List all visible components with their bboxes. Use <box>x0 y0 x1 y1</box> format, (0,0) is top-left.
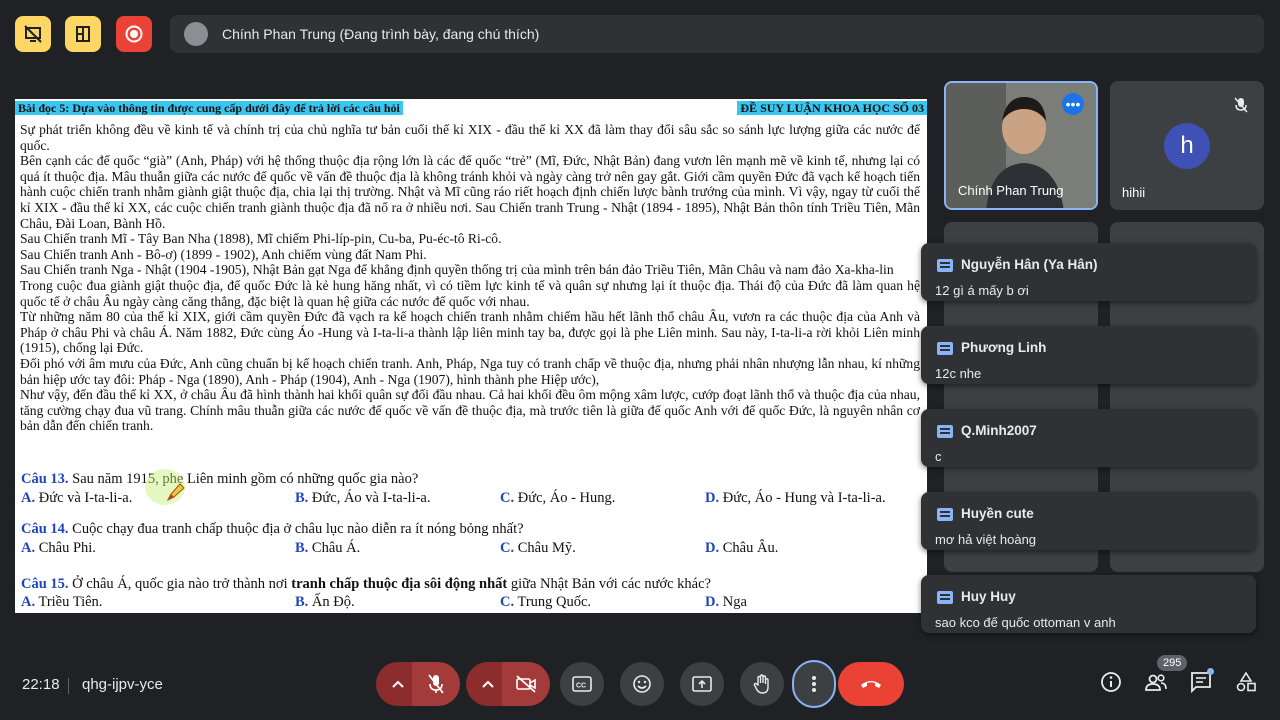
chat-message: mơ hả việt hoàng <box>935 532 1037 547</box>
present-to-all-icon <box>692 676 712 692</box>
chat-icon <box>937 259 953 272</box>
passage-paragraph: Sau Chiến tranh Nga - Nhật (1904 -1905),… <box>20 262 894 278</box>
presentation-off-icon <box>24 25 42 43</box>
chat-message: 12c nhe <box>935 366 982 381</box>
more-options-button[interactable]: ••• <box>1062 93 1084 115</box>
presenter-label: Chính Phan Trung (Đang trình bày, đang c… <box>222 26 540 42</box>
chat-icon <box>937 342 953 355</box>
passage-paragraph: Bên cạnh các đế quốc “già” (Anh, Pháp) v… <box>20 153 920 231</box>
passage-paragraph: Như vậy, đến đầu thế kỉ XX, ở châu Âu đã… <box>20 387 920 434</box>
pen-cursor-icon <box>166 483 185 502</box>
meeting-code: qhg-ijpv-yce <box>82 676 163 693</box>
present-now-button[interactable] <box>680 662 724 706</box>
q15-option-d: D. Nga <box>705 594 747 610</box>
hide-presenter-button[interactable] <box>15 16 51 52</box>
participant-tile-presenter[interactable]: ••• Chính Phan Trung <box>944 81 1098 210</box>
question-13: Câu 13. Sau năm 1915, phe Liên minh gồm … <box>21 471 419 487</box>
more-horiz-icon: ••• <box>1065 96 1081 112</box>
shared-screen: Bài đọc 5: Dựa vào thông tin được cung c… <box>15 99 927 613</box>
chat-message: c <box>935 449 942 464</box>
passage-paragraph: Sau Chiến tranh Mĩ - Tây Ban Nha (1898),… <box>20 231 502 247</box>
question-14: Câu 14. Cuộc chạy đua tranh chấp thuộc đ… <box>21 521 524 537</box>
meeting-details-button[interactable] <box>1091 662 1131 702</box>
raise-hand-button[interactable] <box>740 662 784 706</box>
clock: 22:18 <box>22 676 60 693</box>
layout-icon <box>76 26 90 42</box>
reactions-button[interactable] <box>620 662 664 706</box>
chat-notification[interactable]: Nguyễn Hân (Ya Hân) 12 gì á mấy b ơi <box>921 243 1256 301</box>
document-header: Bài đọc 5: Dựa vào thông tin được cung c… <box>15 99 927 117</box>
q14-option-a: A. Châu Phi. <box>21 540 96 556</box>
call-end-icon <box>861 681 881 688</box>
recording-button[interactable] <box>116 16 152 52</box>
svg-text:CC: CC <box>576 683 586 690</box>
q15-option-a: A. Triều Tiên. <box>21 594 103 610</box>
q15-option-c: C. Trung Quốc. <box>500 594 592 610</box>
passage-paragraph: Từ những năm 80 của thế kỉ XIX, giới cầm… <box>20 309 920 356</box>
passage-paragraph: Trong cuộc đua giành giật thuộc địa, đế … <box>20 277 920 309</box>
more-vert-icon <box>812 676 816 692</box>
chat-notification[interactable]: Q.Minh2007 c <box>921 409 1256 467</box>
chat-sender: Q.Minh2007 <box>961 423 1037 438</box>
pin-presenter-button[interactable] <box>65 16 101 52</box>
avatar: h <box>1164 123 1210 169</box>
camera-toggle-button[interactable] <box>502 662 550 706</box>
mic-toggle-button[interactable] <box>412 662 460 706</box>
chat-notification[interactable]: Huy Huy sao kco đế quốc ottoman v anh <box>921 575 1256 633</box>
chat-icon <box>937 508 953 521</box>
participant-name: hihii <box>1122 185 1146 200</box>
chat-sender: Phương Linh <box>961 340 1047 355</box>
chat-message: sao kco đế quốc ottoman v anh <box>935 615 1116 630</box>
emoji-icon <box>633 675 651 693</box>
chat-notification[interactable]: Huyền cute mơ hả việt hoàng <box>921 492 1256 550</box>
participant-name: Chính Phan Trung <box>958 183 1064 198</box>
more-options-button[interactable] <box>792 660 836 708</box>
q14-option-c: C. Châu Mỹ. <box>500 540 576 556</box>
chat-sender: Nguyễn Hân (Ya Hân) <box>961 257 1098 272</box>
bottom-toolbar: 22:18 qhg-ijpv-yce CC 295 <box>0 650 1280 720</box>
chevron-up-icon <box>392 680 404 688</box>
captions-button[interactable]: CC <box>560 662 604 706</box>
chat-icon <box>937 425 953 438</box>
chat-message: 12 gì á mấy b ơi <box>935 283 1029 298</box>
chat-unread-dot <box>1207 668 1214 675</box>
info-icon <box>1101 672 1121 692</box>
participant-tile-hihii[interactable]: h hihii <box>1110 81 1264 210</box>
question-15: Câu 15. Ở châu Á, quốc gia nào trở thành… <box>21 576 711 592</box>
activities-button[interactable] <box>1226 662 1266 702</box>
q13-option-b: B. Đức, Áo và I-ta-li-a. <box>295 490 431 506</box>
reading-title: Bài đọc 5: Dựa vào thông tin được cung c… <box>15 101 403 115</box>
passage-paragraph: Sự phát triển không đều về kinh tế và ch… <box>20 122 920 153</box>
people-icon <box>1145 674 1167 691</box>
exam-title: ĐỀ SUY LUẬN KHOA HỌC SỐ 03 <box>737 101 927 115</box>
leave-call-button[interactable] <box>838 662 904 706</box>
chat-notification[interactable]: Phương Linh 12c nhe <box>921 326 1256 384</box>
shapes-icon <box>1236 671 1256 692</box>
chat-icon <box>937 591 953 604</box>
captions-icon: CC <box>572 676 592 692</box>
q14-option-d: D. Châu Âu. <box>705 540 779 556</box>
chevron-up-icon <box>482 680 494 688</box>
q13-option-c: C. Đức, Áo - Hung. <box>500 490 616 506</box>
mic-off-icon <box>1234 97 1248 113</box>
videocam-off-icon <box>516 675 536 693</box>
divider <box>68 678 69 694</box>
record-icon <box>125 25 143 43</box>
passage-paragraph: Sau Chiến tranh Anh - Bô-ơ) (1899 - 1902… <box>20 246 427 262</box>
q13-option-a: A. Đức và I-ta-li-a. <box>21 490 133 506</box>
hand-icon <box>753 674 769 694</box>
q15-option-b: B. Ấn Độ. <box>295 594 355 610</box>
chat-button[interactable] <box>1181 662 1221 702</box>
presenter-avatar <box>184 22 208 46</box>
reading-passage: Sự phát triển không đều về kinh tế và ch… <box>20 122 920 434</box>
q13-option-d: D. Đức, Áo - Hung và I-ta-li-a. <box>705 490 886 506</box>
chat-sender: Huy Huy <box>961 589 1016 604</box>
passage-paragraph: Đối phó với âm mưu của Đức, Anh cũng chu… <box>20 355 920 387</box>
mic-off-icon <box>428 674 444 694</box>
chat-sender: Huyền cute <box>961 506 1034 521</box>
q14-option-b: B. Châu Á. <box>295 540 361 556</box>
presenter-bar: Chính Phan Trung (Đang trình bày, đang c… <box>170 15 1264 53</box>
